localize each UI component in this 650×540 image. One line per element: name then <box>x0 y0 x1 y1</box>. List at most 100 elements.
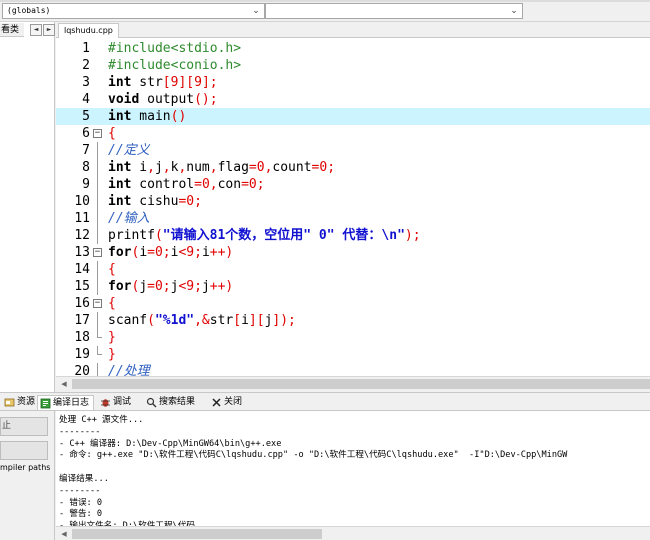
code-editor[interactable]: 1 #include<stdio.h> 2 #include<conio.h> 3 int… <box>56 38 650 376</box>
scrollbar-thumb[interactable] <box>72 379 650 389</box>
code-text: void output(); <box>108 91 218 108</box>
code-line[interactable]: 17 scanf("%1d",&str[i][j]); <box>56 312 650 329</box>
bottom-panel-tabs: 资源 编译日志 调试 搜索结果 关闭 <box>0 392 650 411</box>
code-token: i <box>241 313 249 328</box>
compile-side-panel: 止 mpiler paths <box>0 411 55 540</box>
code-line[interactable]: 16−{ <box>56 295 650 312</box>
code-token: #include<conio.h> <box>108 58 242 73</box>
code-line[interactable]: 2 #include<conio.h> <box>56 57 650 74</box>
file-tab-lqshudu[interactable]: lqshudu.cpp <box>58 23 119 38</box>
code-token: [ <box>162 75 171 90</box>
log-line: - 错误: 0 <box>59 497 103 508</box>
code-line[interactable]: 19} <box>56 346 650 363</box>
code-text: int cishu=0; <box>108 193 202 210</box>
code-line[interactable]: 6−{ <box>56 125 650 142</box>
code-line[interactable]: 12 printf("请输入81个数，空位用" 0" 代替：\n"); <box>56 227 650 244</box>
code-line[interactable]: 3 int str[9][9]; <box>56 74 650 91</box>
code-token: ][ <box>178 75 195 90</box>
code-token: ,& <box>194 313 210 328</box>
code-token: , <box>209 160 218 175</box>
code-token: num <box>186 160 210 175</box>
code-token: 0 <box>186 194 195 209</box>
code-text: int str[9][9]; <box>108 74 218 91</box>
tab-debug[interactable]: 调试 <box>98 395 135 410</box>
fold-guide <box>97 159 98 176</box>
code-token: void <box>108 92 140 107</box>
compile-log-output[interactable]: 处理 C++ 源文件... -------- - C++ 编译器: D:\Dev-C… <box>56 411 650 528</box>
code-token: 0 <box>154 279 163 294</box>
fold-end-marker <box>97 354 102 355</box>
fold-toggle-icon[interactable]: − <box>93 129 102 138</box>
stop-compile-button[interactable]: 止 <box>0 417 48 436</box>
fold-guide <box>97 210 98 227</box>
code-token: ++) <box>209 245 234 260</box>
code-line[interactable]: 10 int cishu=0; <box>56 193 650 210</box>
code-line[interactable]: 5 int main() <box>56 108 650 125</box>
code-token: ; <box>162 279 171 294</box>
function-dropdown[interactable]: ⌄ <box>265 3 523 19</box>
fold-toggle-icon[interactable]: − <box>93 299 102 308</box>
code-token: j <box>201 279 210 294</box>
code-token: ; <box>162 245 171 260</box>
code-line[interactable]: 7 //定义 <box>56 142 650 159</box>
editor-tab-bar: lqshudu.cpp <box>56 22 650 38</box>
scrollbar-thumb[interactable] <box>72 529 322 539</box>
code-token: (); <box>194 92 218 107</box>
scroll-left-icon[interactable]: ◀ <box>58 378 70 390</box>
toolbar-top-strip <box>0 0 650 2</box>
code-token: //处理 <box>108 364 150 376</box>
code-line[interactable]: 8 int i,j,k,num,flag=0,count=0; <box>56 159 650 176</box>
code-line[interactable]: 13− for(i=0;i<9;i++) <box>56 244 650 261</box>
code-line[interactable]: 20 //处理 <box>56 363 650 376</box>
line-number: 4 <box>82 92 90 107</box>
class-browser-tab[interactable]: 看类 <box>0 23 24 37</box>
tab-resources[interactable]: 资源 <box>2 395 39 410</box>
code-token: , <box>147 160 155 175</box>
code-line[interactable]: 14 { <box>56 261 650 278</box>
code-token: flag <box>217 160 249 175</box>
code-line[interactable]: 1 #include<stdio.h> <box>56 40 650 57</box>
code-line[interactable]: 4 void output(); <box>56 91 650 108</box>
line-number: 7 <box>82 143 90 158</box>
line-number: 16 <box>74 296 90 311</box>
code-token: "%1d" <box>154 313 195 328</box>
code-line[interactable]: 18} <box>56 329 650 346</box>
code-token: con <box>217 177 242 192</box>
code-token: = <box>248 160 257 175</box>
code-token: //定义 <box>108 143 150 158</box>
code-token: ); <box>404 228 421 243</box>
code-text: scanf("%1d",&str[i][j]); <box>108 312 296 329</box>
code-token: int <box>108 109 132 124</box>
code-line[interactable]: 15 for(j=0;j<9;j++) <box>56 278 650 295</box>
code-token: int <box>108 194 132 209</box>
tab-close[interactable]: 关闭 <box>209 395 246 410</box>
code-token: cishu <box>131 194 179 209</box>
code-token: { <box>108 126 116 141</box>
code-token: for <box>108 245 132 260</box>
scope-dropdown[interactable]: (globals) ⌄ <box>2 3 265 19</box>
output-horizontal-scrollbar[interactable]: ◀ <box>56 526 650 540</box>
code-text: { <box>108 125 116 142</box>
fold-guide <box>97 193 98 210</box>
code-line[interactable]: 11 //输入 <box>56 210 650 227</box>
fold-guide <box>97 176 98 193</box>
scroll-left-icon[interactable]: ◀ <box>58 528 70 540</box>
tab-scroll-left-button[interactable]: ◄ <box>30 24 42 36</box>
side-action-button[interactable] <box>0 441 48 460</box>
debug-icon <box>101 399 110 407</box>
log-line: -------- <box>59 485 101 496</box>
editor-horizontal-scrollbar[interactable]: ◀ <box>56 376 650 390</box>
scope-dropdown-value: (globals) <box>7 6 51 15</box>
tab-compile-log[interactable]: 编译日志 <box>37 395 95 410</box>
code-token: count <box>272 160 312 175</box>
fold-guide <box>97 142 98 159</box>
chevron-down-icon[interactable]: ⌄ <box>250 5 262 17</box>
tab-scroll-right-button[interactable]: ► <box>43 24 55 36</box>
code-token: ++) <box>209 279 234 294</box>
chevron-down-icon[interactable]: ⌄ <box>508 5 520 17</box>
code-text: //处理 <box>108 363 150 376</box>
tab-search-results[interactable]: 搜索结果 <box>144 395 199 410</box>
code-text: #include<conio.h> <box>108 57 241 74</box>
code-line[interactable]: 9 int control=0,con=0; <box>56 176 650 193</box>
fold-toggle-icon[interactable]: − <box>93 248 102 257</box>
